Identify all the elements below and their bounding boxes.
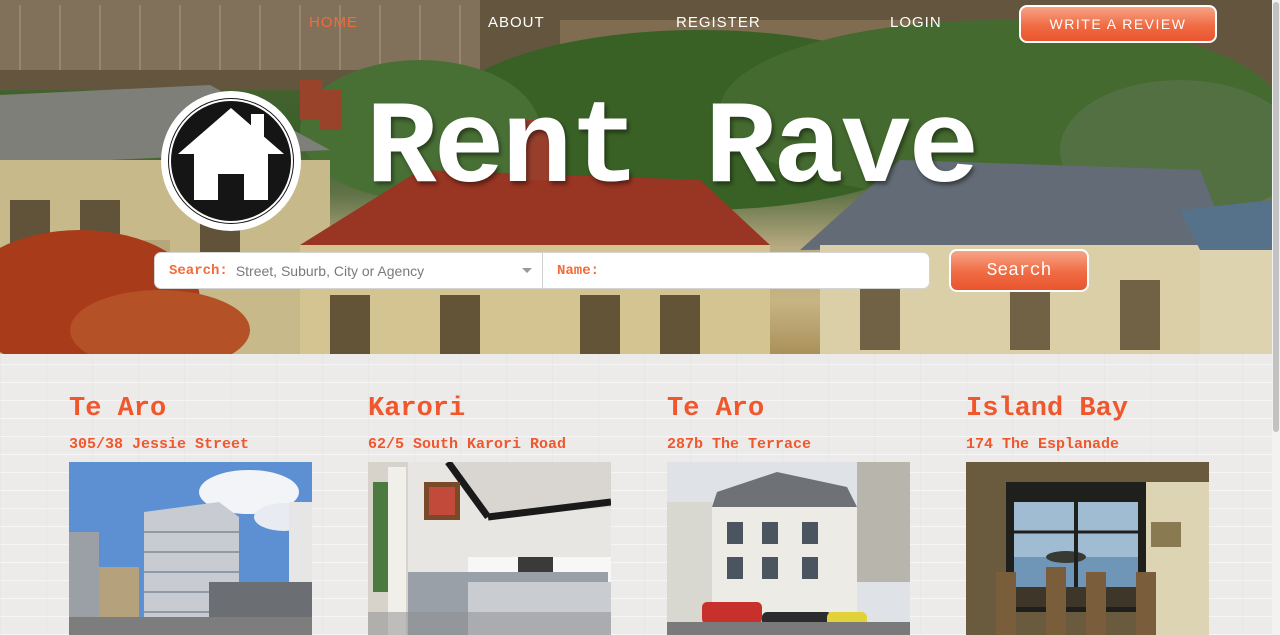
- nav-home-link[interactable]: HOME: [309, 14, 358, 31]
- scrollbar-thumb[interactable]: [1273, 2, 1279, 432]
- location-search-label: Search:: [169, 262, 228, 279]
- townhouse-photo[interactable]: [667, 462, 910, 635]
- name-search-label: Name:: [557, 262, 600, 279]
- location-search-input[interactable]: [227, 253, 542, 288]
- listing-address[interactable]: 174 The Esplanade: [966, 436, 1119, 453]
- listings-grid: Te Aro 305/38 Jessie Street Karori 62/5 …: [0, 354, 1272, 635]
- hero-banner: HOME ABOUT REGISTER LOGIN WRITE A REVIEW…: [0, 0, 1272, 354]
- listing-suburb[interactable]: Te Aro: [667, 394, 764, 424]
- nav-register-link[interactable]: REGISTER: [676, 14, 761, 31]
- nav-about-link[interactable]: ABOUT: [488, 14, 545, 31]
- top-nav: HOME ABOUT REGISTER LOGIN WRITE A REVIEW: [0, 0, 1272, 46]
- search-bar: Search: Name:: [154, 252, 930, 289]
- name-search-field[interactable]: Name:: [543, 253, 929, 288]
- dining-room-sea-view-photo[interactable]: [966, 462, 1209, 635]
- location-search-field[interactable]: Search:: [155, 253, 543, 288]
- listing-address[interactable]: 287b The Terrace: [667, 436, 811, 453]
- house-icon[interactable]: [158, 88, 304, 234]
- listing-address[interactable]: 62/5 South Karori Road: [368, 436, 566, 453]
- apartment-building-photo[interactable]: [69, 462, 312, 635]
- listing-suburb[interactable]: Te Aro: [69, 394, 166, 424]
- write-review-button[interactable]: WRITE A REVIEW: [1019, 5, 1217, 43]
- site-title: Rent Rave: [366, 84, 979, 217]
- chevron-down-icon[interactable]: [522, 268, 532, 273]
- nav-login-link[interactable]: LOGIN: [890, 14, 942, 31]
- page-scrollbar[interactable]: [1272, 0, 1280, 635]
- name-search-input[interactable]: [599, 253, 929, 288]
- bedroom-photo[interactable]: [368, 462, 611, 635]
- listing-address[interactable]: 305/38 Jessie Street: [69, 436, 249, 453]
- listing-suburb[interactable]: Island Bay: [966, 394, 1128, 424]
- search-button[interactable]: Search: [949, 249, 1089, 292]
- listing-suburb[interactable]: Karori: [368, 394, 465, 424]
